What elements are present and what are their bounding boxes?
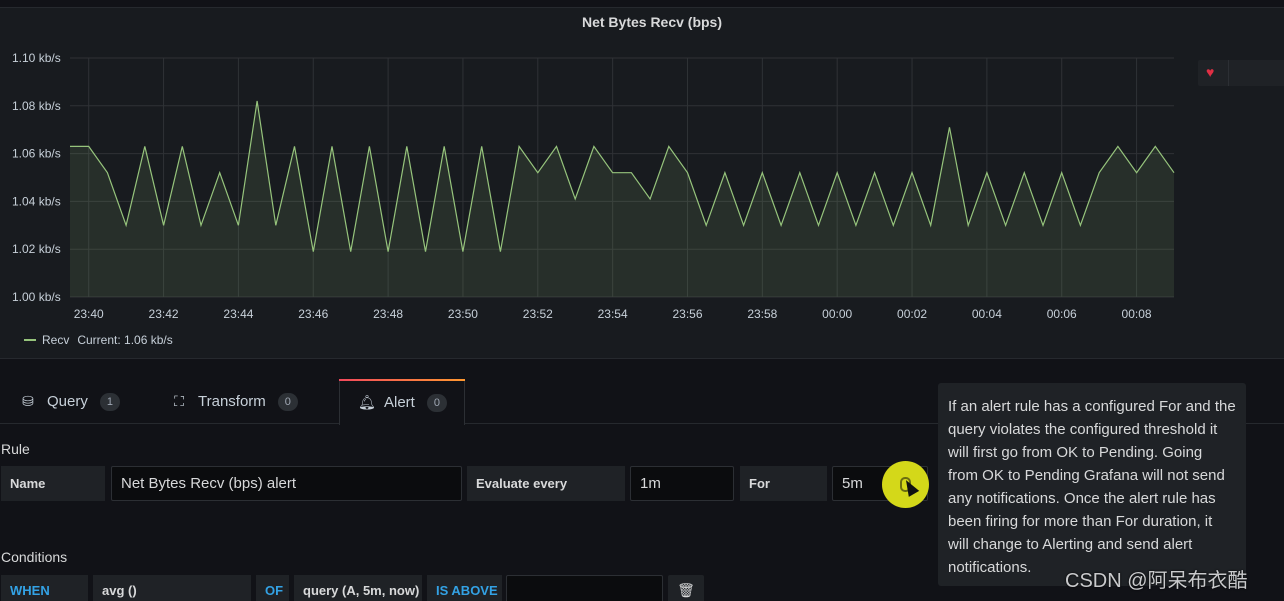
tab-transform-label: Transform: [198, 393, 266, 410]
x-tick-label: 00:02: [897, 307, 927, 321]
x-tick-label: 23:46: [298, 307, 328, 321]
threshold-input[interactable]: [506, 575, 663, 601]
series-area: [70, 101, 1174, 297]
for-tooltip: If an alert rule has a configured For an…: [938, 383, 1246, 586]
rule-section-title: Rule: [1, 441, 30, 457]
x-tick-label: 00:08: [1122, 307, 1152, 321]
x-tick-label: 00:04: [972, 307, 1002, 321]
name-label: Name: [1, 466, 105, 501]
for-label: For: [740, 466, 827, 501]
evaluate-every-input[interactable]: 1m: [630, 466, 734, 501]
trash-icon[interactable]: 🗑︎: [668, 575, 704, 601]
y-tick-label: 1.06 kb/s: [12, 147, 61, 161]
tab-query-label: Query: [47, 393, 88, 410]
x-tick-label: 23:48: [373, 307, 403, 321]
name-input[interactable]: Net Bytes Recv (bps) alert: [111, 466, 462, 501]
tab-alert-count: 0: [426, 393, 447, 412]
x-tick-label: 23:40: [74, 307, 104, 321]
watermark: CSDN @阿呆布衣酷: [1065, 570, 1248, 592]
y-tick-label: 1.10 kb/s: [12, 51, 61, 65]
y-tick-label: 1.04 kb/s: [12, 194, 61, 208]
chip-divider: [1228, 60, 1229, 86]
conditions-section-title: Conditions: [1, 549, 68, 565]
tab-alert-label: Alert: [384, 394, 415, 411]
x-tick-label: 00:06: [1047, 307, 1077, 321]
line-chart: 1.00 kb/s 1.02 kb/s 1.04 kb/s 1.06 kb/s 1.08…: [12, 51, 1175, 321]
x-tick-label: 23:58: [747, 307, 777, 321]
bell-icon: 🔔︎: [358, 394, 376, 410]
x-tick-label: 23:42: [149, 307, 179, 321]
y-tick-label: 1.08 kb/s: [12, 99, 61, 113]
graph-panel: Net Bytes Recv (bps) 1.00 kb/s 1.02 kb/s 1…: [0, 7, 1284, 359]
x-tick-label: 23:54: [598, 307, 628, 321]
x-tick-label: 23:56: [672, 307, 702, 321]
legend-current-value: Current: 1.06 kb/s: [77, 333, 173, 347]
tab-alert[interactable]: 🔔︎ Alert 0: [339, 379, 465, 425]
alert-state-chip[interactable]: ♥: [1198, 60, 1284, 86]
tab-transform[interactable]: ⛶ Transform 0: [172, 379, 298, 424]
y-tick-label: 1.02 kb/s: [12, 242, 61, 256]
evaluator-select[interactable]: IS ABOVE: [427, 575, 502, 601]
evaluate-every-label: Evaluate every: [467, 466, 625, 501]
broken-heart-icon: ♥: [1206, 64, 1215, 80]
tab-query[interactable]: ⛁ Query 1: [21, 379, 120, 424]
x-tick-label: 23:44: [223, 307, 253, 321]
tab-query-count: 1: [99, 392, 120, 411]
when-keyword: WHEN: [1, 575, 88, 601]
tab-transform-count: 0: [277, 392, 298, 411]
transform-icon: ⛶: [174, 393, 184, 409]
of-keyword: OF: [256, 575, 289, 601]
x-tick-label: 00:00: [822, 307, 852, 321]
legend-swatch: [24, 339, 36, 341]
y-tick-label: 1.00 kb/s: [12, 290, 61, 304]
reducer-select[interactable]: avg (): [93, 575, 251, 601]
database-icon: ⛁: [22, 393, 34, 409]
legend-series-name: Recv: [42, 333, 70, 347]
x-tick-label: 23:50: [448, 307, 478, 321]
chart-legend[interactable]: Recv Current: 1.06 kb/s: [24, 333, 173, 347]
x-tick-label: 23:52: [523, 307, 553, 321]
query-select[interactable]: query (A, 5m, now): [294, 575, 422, 601]
